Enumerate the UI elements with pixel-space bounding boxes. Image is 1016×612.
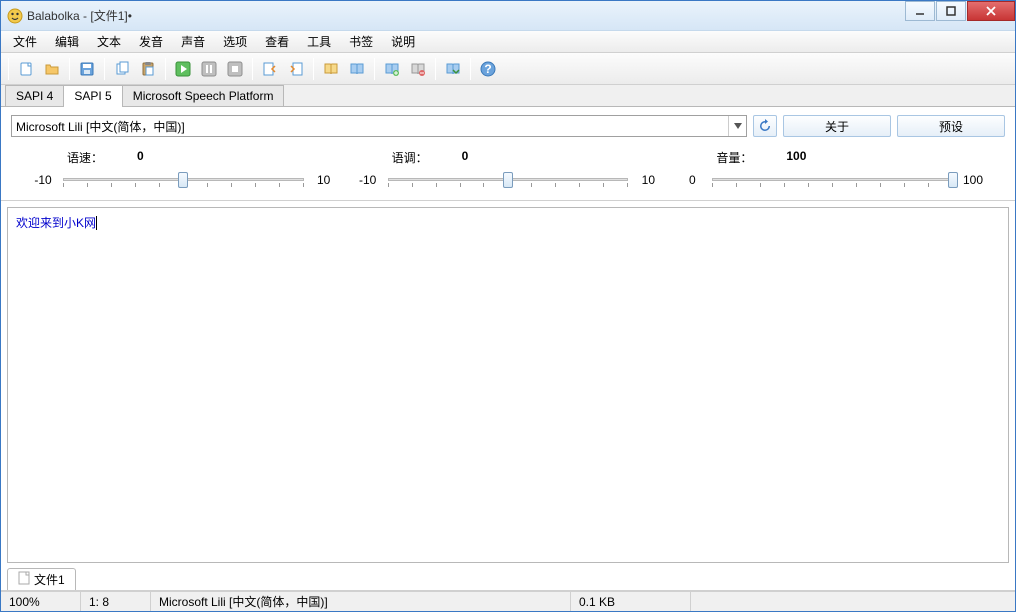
play-icon[interactable] [171,57,195,81]
window-controls [905,1,1015,21]
voice-row: Microsoft Lili [中文(简体，中国)] 关于 预设 [11,115,1005,137]
bookmark-add-icon[interactable] [380,57,404,81]
rate-max: 10 [312,173,336,187]
pitch-min: -10 [356,173,380,187]
minimize-button[interactable] [905,1,935,21]
help-icon[interactable]: ? [476,57,500,81]
pitch-label: 语调： [392,149,442,166]
document-tab-label: 文件1 [34,571,65,588]
new-file-icon[interactable] [14,57,38,81]
menu-bookmarks[interactable]: 书签 [341,31,381,52]
toolbar-separator [435,58,436,80]
status-position: 1: 8 [81,592,151,611]
bookmark-remove-icon[interactable] [406,57,430,81]
engine-tabstrip: SAPI 4 SAPI 5 Microsoft Speech Platform [1,85,1015,107]
rate-value: 0 [137,149,144,166]
pitch-group: 语调： 0 -10 10 [356,149,661,190]
rate-group: 语速： 0 -10 10 [31,149,336,190]
about-button[interactable]: 关于 [783,115,891,137]
open-file-icon[interactable] [40,57,64,81]
pause-icon[interactable] [197,57,221,81]
volume-max: 100 [961,173,985,187]
refresh-button[interactable] [753,115,777,137]
voice-selected: Microsoft Lili [中文(简体，中国)] [16,118,185,135]
volume-slider[interactable] [712,170,953,190]
maximize-button[interactable] [936,1,966,21]
prev-icon[interactable] [258,57,282,81]
window-title: Balabolka - [文件1]• [27,7,1013,24]
menubar: 文件 编辑 文本 发音 声音 选项 查看 工具 书签 说明 [1,31,1015,53]
volume-group: 音量： 100 0 100 [680,149,985,190]
volume-value: 100 [786,149,806,166]
tab-msspeech[interactable]: Microsoft Speech Platform [122,85,285,106]
status-zoom: 100% [1,592,81,611]
sliders-row: 语速： 0 -10 10 语调： 0 [11,145,1005,194]
stop-icon[interactable] [223,57,247,81]
document-tab[interactable]: 文件1 [7,568,76,590]
rate-label: 语速： [67,149,117,166]
pitch-value: 0 [462,149,469,166]
menu-speak[interactable]: 发音 [131,31,171,52]
rate-min: -10 [31,173,55,187]
toolbar-separator [313,58,314,80]
voice-panel: Microsoft Lili [中文(简体，中国)] 关于 预设 语速： 0 -… [1,107,1015,201]
tab-sapi5[interactable]: SAPI 5 [63,85,122,106]
statusbar: 100% 1: 8 Microsoft Lili [中文(简体，中国)] 0.1… [1,591,1015,611]
rate-slider[interactable] [63,170,304,190]
toolbar-separator [69,58,70,80]
svg-text:?: ? [484,62,491,76]
toolbar: ? [1,53,1015,85]
book-blue-icon[interactable] [345,57,369,81]
app-window: Balabolka - [文件1]• 文件 编辑 文本 发音 声音 选项 查看 … [0,0,1016,612]
next-icon[interactable] [284,57,308,81]
toolbar-separator [104,58,105,80]
tab-sapi4[interactable]: SAPI 4 [5,85,64,106]
editor-content: 欢迎来到小K网 [16,216,96,230]
pitch-max: 10 [636,173,660,187]
save-icon[interactable] [75,57,99,81]
status-size: 0.1 KB [571,592,691,611]
toolbar-separator [165,58,166,80]
menu-text[interactable]: 文本 [89,31,129,52]
menu-file[interactable]: 文件 [5,31,45,52]
app-icon [7,8,23,24]
document-tabstrip: 文件1 [1,569,1015,591]
bookmark-goto-icon[interactable] [441,57,465,81]
book-open-icon[interactable] [319,57,343,81]
text-cursor [96,216,97,230]
status-voice: Microsoft Lili [中文(简体，中国)] [151,592,571,611]
menu-options[interactable]: 选项 [215,31,255,52]
volume-label: 音量： [716,149,766,166]
preset-button[interactable]: 预设 [897,115,1005,137]
menu-voice[interactable]: 声音 [173,31,213,52]
dropdown-arrow-icon [728,116,746,136]
text-editor[interactable]: 欢迎来到小K网 [7,207,1009,563]
menu-tools[interactable]: 工具 [299,31,339,52]
menu-view[interactable]: 查看 [257,31,297,52]
voice-select[interactable]: Microsoft Lili [中文(简体，中国)] [11,115,747,137]
copy-icon[interactable] [110,57,134,81]
menu-help[interactable]: 说明 [383,31,423,52]
paste-icon[interactable] [136,57,160,81]
pitch-slider[interactable] [388,170,629,190]
document-icon [18,571,30,588]
titlebar: Balabolka - [文件1]• [1,1,1015,31]
toolbar-separator [252,58,253,80]
menu-edit[interactable]: 编辑 [47,31,87,52]
close-button[interactable] [967,1,1015,21]
toolbar-separator [374,58,375,80]
toolbar-separator [8,58,9,80]
toolbar-separator [470,58,471,80]
volume-min: 0 [680,173,704,187]
